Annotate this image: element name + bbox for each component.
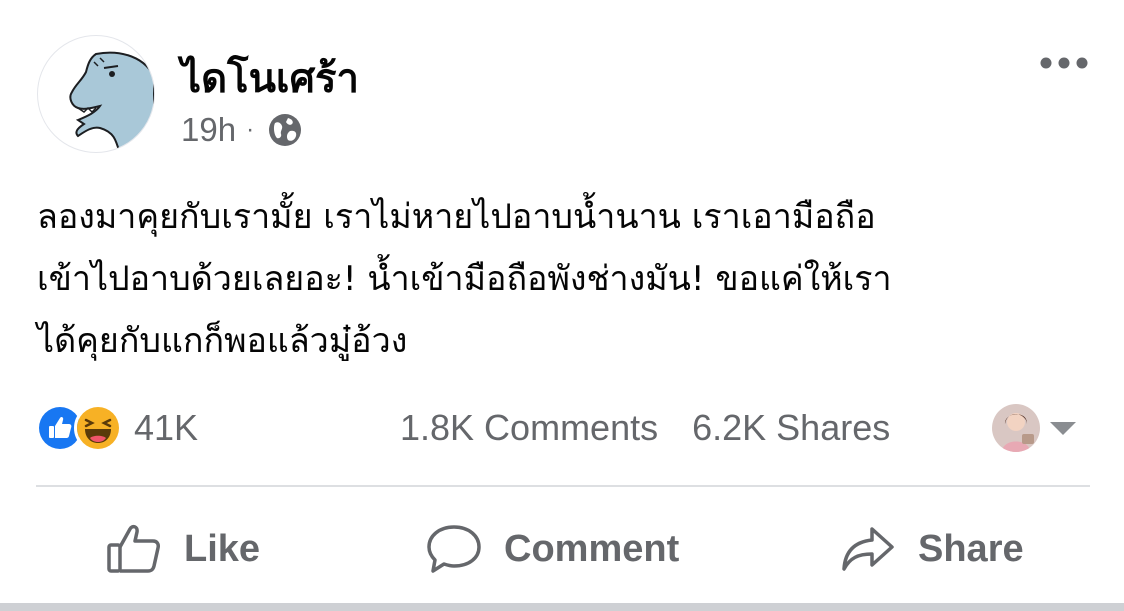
author-avatar[interactable] [37,35,155,153]
share-label: Share [918,527,1024,570]
comment-button[interactable]: Comment [426,518,679,580]
share-arrow-icon [842,527,894,571]
dinosaur-avatar-icon [69,51,154,152]
comment-label: Comment [504,527,680,570]
reaction-count: 41K [134,407,199,448]
post-text: ลองมาคุยกับเรามั้ย เราไม่หายไปอาบน้ำนาน … [37,186,1097,372]
share-button[interactable]: Share [840,518,1024,580]
reaction-identity-selector[interactable] [992,404,1076,452]
comments-count-link[interactable]: 1.8K Comments [400,407,658,449]
globe-icon[interactable] [266,111,304,149]
viewer-avatar [992,404,1040,452]
more-dots-icon [1040,57,1088,69]
haha-reaction-icon [74,404,122,452]
author-name[interactable]: ไดโนเศร้า [181,46,359,110]
actions-divider [36,485,1090,487]
post-timestamp[interactable]: 19h [181,111,236,149]
post-text-line: ลองมาคุยกับเรามั้ย เราไม่หายไปอาบน้ำนาน … [37,197,876,237]
chevron-down-icon [1050,421,1076,435]
engagement-counts: 1.8K Comments 6.2K Shares [400,402,890,454]
post-meta: 19h · [181,108,304,152]
like-button[interactable]: Like [106,518,260,580]
meta-separator: · [246,116,255,143]
post-text-line: ได้คุยกับแกก็พอแล้วมู๋อ้วง [37,321,408,361]
thumbs-up-icon [107,524,160,573]
shares-count-link[interactable]: 6.2K Shares [692,407,890,449]
more-options-button[interactable] [1036,48,1096,78]
like-label: Like [184,527,261,570]
post-text-line: เข้าไปอาบด้วยเลยอะ! น้ำเข้ามือถือพังช่าง… [37,259,892,299]
reactions-summary[interactable]: 41K [36,402,198,454]
speech-bubble-icon [427,525,481,573]
feed-separator [0,603,1124,611]
